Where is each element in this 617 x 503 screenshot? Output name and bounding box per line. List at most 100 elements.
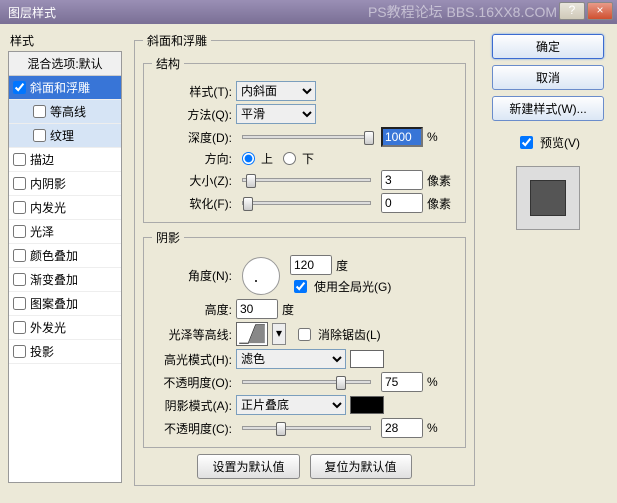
style-item-11[interactable]: 投影	[9, 340, 121, 364]
direction-up-radio[interactable]	[242, 152, 255, 165]
style-checkbox-4[interactable]	[13, 177, 26, 190]
shadow-mode-label: 阴影模式(A):	[152, 397, 232, 414]
highlight-mode-select[interactable]: 滤色	[236, 349, 346, 369]
structure-group: 结构 样式(T): 内斜面 方法(Q): 平滑 深度(D): % 方向:	[143, 55, 466, 223]
style-item-9[interactable]: 图案叠加	[9, 292, 121, 316]
bevel-group: 斜面和浮雕 结构 样式(T): 内斜面 方法(Q): 平滑 深度(D): %	[134, 32, 475, 486]
style-item-3[interactable]: 描边	[9, 148, 121, 172]
style-item-10[interactable]: 外发光	[9, 316, 121, 340]
options-panel: 斜面和浮雕 结构 样式(T): 内斜面 方法(Q): 平滑 深度(D): %	[130, 32, 479, 491]
angle-input[interactable]	[290, 255, 332, 275]
style-item-4[interactable]: 内阴影	[9, 172, 121, 196]
depth-slider[interactable]	[242, 135, 371, 139]
altitude-label: 高度:	[152, 301, 232, 318]
ok-button[interactable]: 确定	[492, 34, 604, 59]
shadow-mode-select[interactable]: 正片叠底	[236, 395, 346, 415]
style-label-6: 光泽	[30, 223, 54, 240]
style-item-7[interactable]: 颜色叠加	[9, 244, 121, 268]
shadow-color-swatch[interactable]	[350, 396, 384, 414]
depth-label: 深度(D):	[152, 129, 232, 146]
style-checkbox-5[interactable]	[13, 201, 26, 214]
style-item-8[interactable]: 渐变叠加	[9, 268, 121, 292]
highlight-color-swatch[interactable]	[350, 350, 384, 368]
preview-label: 预览(V)	[540, 134, 580, 151]
soften-label: 软化(F):	[152, 195, 232, 212]
structure-legend: 结构	[152, 55, 184, 72]
style-checkbox-6[interactable]	[13, 225, 26, 238]
blend-options[interactable]: 混合选项:默认	[9, 52, 121, 76]
style-checkbox-10[interactable]	[13, 321, 26, 334]
angle-label: 角度(N):	[152, 267, 232, 284]
style-item-5[interactable]: 内发光	[9, 196, 121, 220]
shadow-opacity-slider[interactable]	[242, 426, 371, 430]
right-panel: 确定 取消 新建样式(W)... 预览(V)	[487, 32, 609, 491]
cancel-button[interactable]: 取消	[492, 65, 604, 90]
antialias-checkbox[interactable]	[298, 328, 311, 341]
style-select[interactable]: 内斜面	[236, 81, 316, 101]
style-label-9: 图案叠加	[30, 295, 78, 312]
antialias-label: 消除锯齿(L)	[318, 326, 381, 343]
style-label-3: 描边	[30, 151, 54, 168]
size-label: 大小(Z):	[152, 172, 232, 189]
highlight-opacity-label: 不透明度(O):	[152, 374, 232, 391]
shadow-opacity-input[interactable]	[381, 418, 423, 438]
technique-label: 方法(Q):	[152, 106, 232, 123]
highlight-opacity-slider[interactable]	[242, 380, 371, 384]
direction-down-radio[interactable]	[283, 152, 296, 165]
watermark: PS教程论坛 BBS.16XX8.COM	[368, 2, 557, 22]
technique-select[interactable]: 平滑	[236, 104, 316, 124]
depth-input[interactable]	[381, 127, 423, 147]
shadow-opacity-label: 不透明度(C):	[152, 420, 232, 437]
style-checkbox-0[interactable]	[13, 81, 26, 94]
size-slider[interactable]	[242, 178, 371, 182]
size-input[interactable]	[381, 170, 423, 190]
style-item-1[interactable]: 等高线	[9, 100, 121, 124]
contour-dropdown-icon[interactable]: ▾	[272, 323, 286, 345]
style-checkbox-9[interactable]	[13, 297, 26, 310]
style-checkbox-2[interactable]	[33, 129, 46, 142]
window-title: 图层样式	[8, 6, 56, 20]
reset-default-button[interactable]: 复位为默认值	[310, 454, 412, 479]
px-unit: 像素	[427, 172, 457, 189]
gloss-contour-label: 光泽等高线:	[152, 326, 232, 343]
style-label-1: 等高线	[50, 103, 86, 120]
styles-label: 样式	[8, 32, 122, 49]
style-checkbox-3[interactable]	[13, 153, 26, 166]
style-label-0: 斜面和浮雕	[30, 79, 90, 96]
shading-legend: 阴影	[152, 229, 184, 246]
styles-list: 混合选项:默认 斜面和浮雕等高线纹理描边内阴影内发光光泽颜色叠加渐变叠加图案叠加…	[8, 51, 122, 483]
style-label: 样式(T):	[152, 83, 232, 100]
style-label-2: 纹理	[50, 127, 74, 144]
help-button[interactable]: ?	[559, 2, 585, 20]
gloss-contour-picker[interactable]	[236, 322, 268, 346]
style-checkbox-1[interactable]	[33, 105, 46, 118]
style-label-4: 内阴影	[30, 175, 66, 192]
soften-slider[interactable]	[242, 201, 371, 205]
preview-swatch	[530, 180, 566, 216]
global-light-checkbox[interactable]	[294, 280, 307, 293]
make-default-button[interactable]: 设置为默认值	[197, 454, 299, 479]
preview-checkbox[interactable]	[520, 136, 533, 149]
soften-input[interactable]	[381, 193, 423, 213]
styles-panel: 样式 混合选项:默认 斜面和浮雕等高线纹理描边内阴影内发光光泽颜色叠加渐变叠加图…	[8, 32, 122, 491]
altitude-input[interactable]	[236, 299, 278, 319]
style-item-0[interactable]: 斜面和浮雕	[9, 76, 121, 100]
preview-box	[516, 166, 580, 230]
style-label-8: 渐变叠加	[30, 271, 78, 288]
style-item-6[interactable]: 光泽	[9, 220, 121, 244]
style-label-10: 外发光	[30, 319, 66, 336]
style-checkbox-8[interactable]	[13, 273, 26, 286]
style-label-11: 投影	[30, 343, 54, 360]
highlight-opacity-input[interactable]	[381, 372, 423, 392]
angle-dial[interactable]	[242, 257, 280, 295]
close-button[interactable]: ×	[587, 2, 613, 20]
direction-label: 方向:	[152, 150, 232, 167]
style-checkbox-11[interactable]	[13, 345, 26, 358]
global-light-label: 使用全局光(G)	[314, 278, 391, 295]
style-checkbox-7[interactable]	[13, 249, 26, 262]
new-style-button[interactable]: 新建样式(W)...	[492, 96, 604, 121]
shading-group: 阴影 角度(N): 度 使用全局光(G)	[143, 229, 466, 448]
bevel-legend: 斜面和浮雕	[143, 32, 211, 49]
pct-unit: %	[427, 130, 457, 144]
style-item-2[interactable]: 纹理	[9, 124, 121, 148]
